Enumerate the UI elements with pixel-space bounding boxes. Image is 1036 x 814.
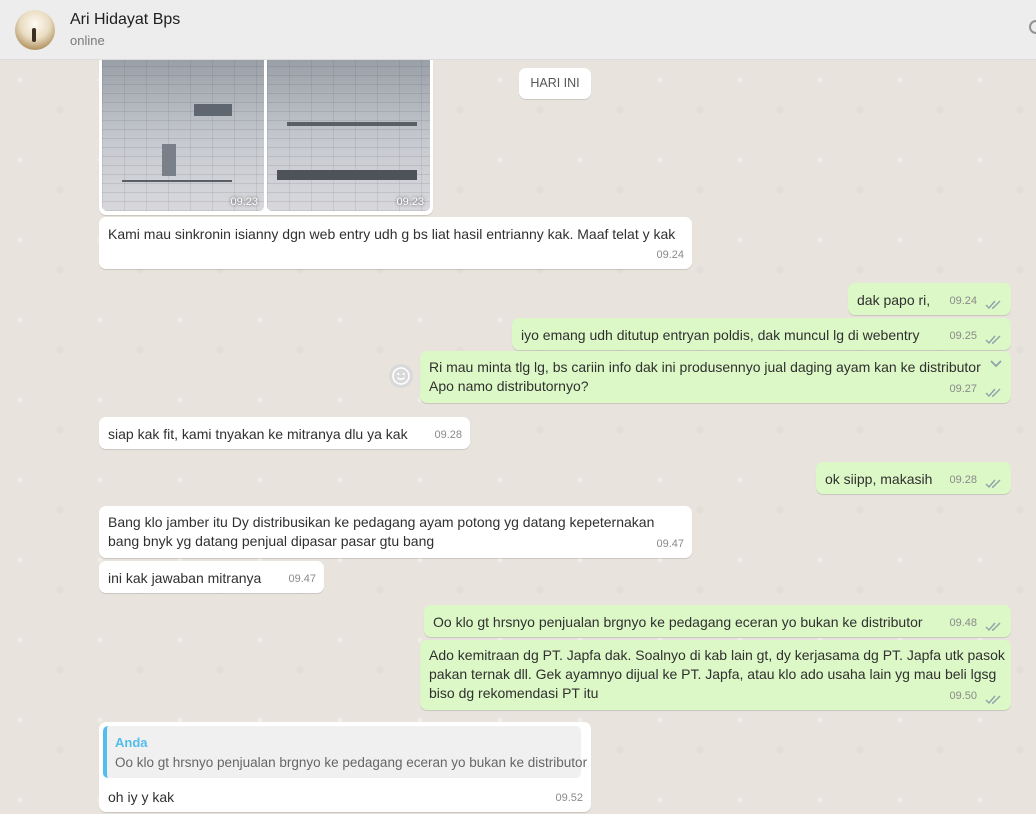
message-text: ok siipp, makasih bbox=[825, 471, 933, 487]
quoted-text: Oo klo gt hrsnyo penjualan brgnyo ke ped… bbox=[115, 755, 588, 770]
message-time: 09.24 bbox=[949, 295, 977, 307]
chevron-down-icon[interactable] bbox=[989, 359, 1003, 369]
message-time: 09.50 bbox=[949, 690, 977, 702]
message-time: 09.47 bbox=[656, 538, 684, 550]
message-text: ini kak jawaban mitranya bbox=[108, 570, 262, 586]
message-incoming-reply[interactable]: Anda Oo klo gt hrsnyo penjualan brgnyo k… bbox=[99, 722, 591, 812]
message-text: dak papo ri, bbox=[857, 292, 931, 308]
message-incoming[interactable]: ini kak jawaban mitranya 09.47 bbox=[99, 561, 324, 593]
message-outgoing[interactable]: iyo emang udh ditutup entryan poldis, da… bbox=[512, 318, 1011, 350]
read-ticks-icon bbox=[985, 622, 1001, 632]
read-ticks-icon bbox=[985, 300, 1001, 310]
photo-thumbnail[interactable]: 09.23 bbox=[102, 60, 264, 211]
contact-avatar[interactable] bbox=[15, 10, 55, 50]
message-time: 09.47 bbox=[288, 573, 316, 585]
message-time: 09.23 bbox=[230, 196, 258, 208]
contact-status: online bbox=[70, 33, 105, 48]
message-outgoing[interactable]: dak papo ri, 09.24 bbox=[848, 283, 1011, 315]
message-incoming[interactable]: Bang klo jamber itu Dy distribusikan ke … bbox=[99, 506, 692, 558]
message-time: 09.24 bbox=[656, 249, 684, 261]
quoted-sender: Anda bbox=[115, 735, 148, 750]
search-icon[interactable] bbox=[1029, 20, 1036, 34]
message-outgoing[interactable]: Ri mau minta tlg lg, bs cariin info dak … bbox=[420, 351, 1011, 403]
photo-thumbnail[interactable]: 09.23 bbox=[267, 60, 430, 211]
message-outgoing[interactable]: Ado kemitraan dg PT. Japfa dak. Soalnyo … bbox=[420, 640, 1011, 710]
read-ticks-icon bbox=[985, 335, 1001, 345]
contact-name[interactable]: Ari Hidayat Bps bbox=[70, 11, 180, 29]
message-text: Ri mau minta tlg lg, bs cariin info dak … bbox=[429, 359, 981, 375]
message-text: Oo klo gt hrsnyo penjualan brgnyo ke ped… bbox=[433, 614, 923, 630]
emoji-reaction-button[interactable] bbox=[389, 364, 413, 388]
message-text: oh iy y kak bbox=[108, 789, 175, 805]
message-incoming[interactable]: siap kak fit, kami tnyakan ke mitranya d… bbox=[99, 417, 470, 449]
message-time: 09.25 bbox=[949, 330, 977, 342]
read-ticks-icon bbox=[985, 479, 1001, 489]
message-time: 09.27 bbox=[949, 383, 977, 395]
message-outgoing[interactable]: ok siipp, makasih 09.28 bbox=[816, 462, 1011, 494]
image-message[interactable]: 09.23 09.23 bbox=[99, 60, 433, 215]
message-outgoing[interactable]: Oo klo gt hrsnyo penjualan brgnyo ke ped… bbox=[424, 605, 1011, 637]
message-text: Kami mau sinkronin isianny dgn web entry… bbox=[108, 226, 676, 242]
message-text: Ado kemitraan dg PT. Japfa dak. Soalnyo … bbox=[429, 647, 1005, 663]
message-incoming[interactable]: Kami mau sinkronin isianny dgn web entry… bbox=[99, 217, 692, 269]
read-ticks-icon bbox=[985, 388, 1001, 398]
date-separator: HARI INI bbox=[519, 68, 591, 99]
message-text-line2: bang bnyk yg datang penjual dipasar pasa… bbox=[108, 533, 435, 549]
message-time: 09.52 bbox=[555, 792, 583, 804]
message-text: siap kak fit, kami tnyakan ke mitranya d… bbox=[108, 426, 408, 442]
message-text-line2: pakan ternak dll. Gek ayamnyo dijual ke … bbox=[429, 666, 997, 682]
quoted-message[interactable]: Anda Oo klo gt hrsnyo penjualan brgnyo k… bbox=[103, 726, 587, 778]
message-text: Bang klo jamber itu Dy distribusikan ke … bbox=[108, 514, 655, 530]
chat-header[interactable]: Ari Hidayat Bps online bbox=[0, 0, 1036, 60]
message-time: 09.48 bbox=[949, 617, 977, 629]
smiley-icon bbox=[392, 367, 410, 385]
message-time: 09.23 bbox=[396, 196, 424, 208]
read-ticks-icon bbox=[985, 695, 1001, 705]
message-text-line3: biso dg rekomendasi PT itu bbox=[429, 685, 599, 701]
message-text: iyo emang udh ditutup entryan poldis, da… bbox=[521, 327, 920, 343]
message-time: 09.28 bbox=[949, 474, 977, 486]
message-text-line2: Apo namo distributornyo? bbox=[429, 378, 589, 394]
message-time: 09.28 bbox=[434, 429, 462, 441]
